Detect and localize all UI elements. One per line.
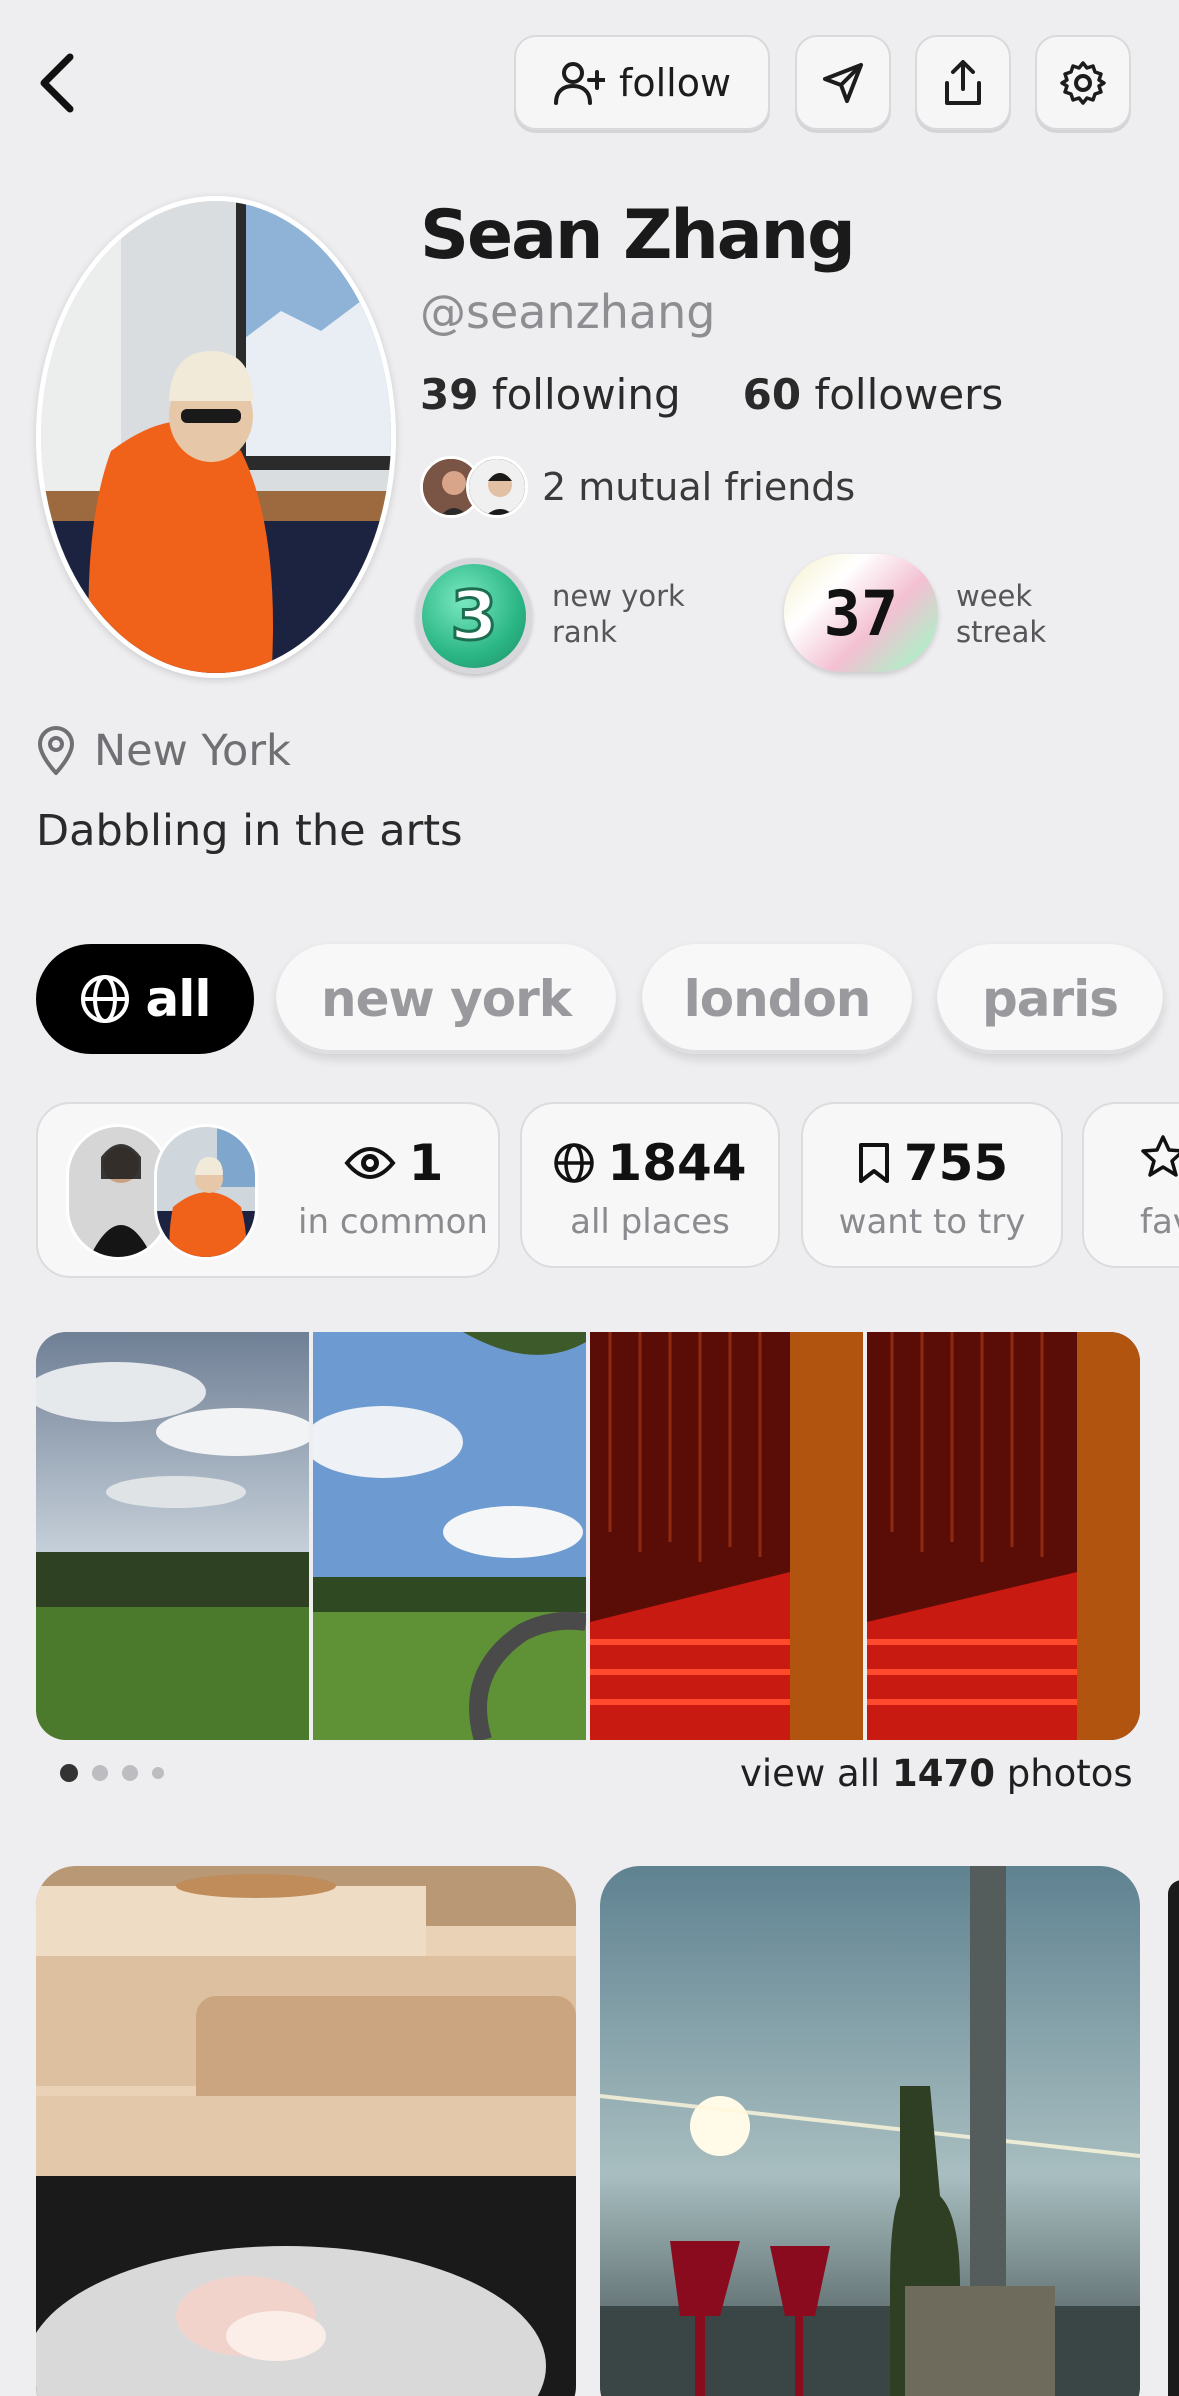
bookmark-icon: [858, 1143, 889, 1183]
photo-carousel[interactable]: [36, 1332, 1140, 1740]
in-common-card[interactable]: 1 in common: [36, 1102, 500, 1278]
view-all-suffix: photos: [1006, 1752, 1133, 1795]
paper-plane-icon: [823, 62, 863, 103]
profile-name: Sean Zhang: [420, 196, 856, 275]
star-icon: [1141, 1135, 1179, 1177]
rank-badge[interactable]: 3: [416, 558, 532, 674]
followers-count: 60: [742, 370, 802, 419]
following-label: following: [491, 370, 681, 419]
view-all-prefix: view all: [740, 1752, 881, 1795]
rank-label: new york rank: [552, 579, 685, 649]
rank-number: 3: [449, 575, 499, 657]
all-places-head: 1844: [522, 1134, 778, 1192]
favorites-head: [1084, 1134, 1179, 1178]
gear-icon: [1060, 60, 1106, 105]
in-common-avatar: [154, 1124, 258, 1260]
want-to-try-card[interactable]: 755 want to try: [801, 1102, 1063, 1268]
mutual-avatars: [420, 456, 528, 518]
map-pin-icon: [38, 726, 74, 775]
filter-chip-label: london: [683, 970, 872, 1028]
back-button[interactable]: [36, 48, 96, 118]
share-icon: [945, 59, 981, 105]
follow-button[interactable]: follow: [514, 35, 770, 130]
mutual-friends[interactable]: 2 mutual friends: [420, 456, 855, 518]
add-user-icon: [553, 61, 605, 105]
filter-chip-label: paris: [981, 970, 1119, 1028]
send-message-button[interactable]: [795, 35, 891, 130]
globe-icon: [81, 975, 130, 1023]
location-label: New York: [94, 726, 291, 776]
following-count: 39: [420, 370, 479, 419]
in-common-avatars: [66, 1124, 296, 1260]
followers-link[interactable]: 60 followers: [743, 370, 1004, 419]
avatar-photo: [41, 201, 391, 673]
filter-chip-label: new york: [321, 970, 572, 1028]
photo-thumbnail[interactable]: [867, 1332, 1140, 1740]
streak-label: week streak: [956, 579, 1047, 649]
streak-badge[interactable]: 37: [784, 554, 938, 672]
favorites-card[interactable]: fav: [1082, 1102, 1179, 1268]
follow-stats: 39 following 60 followers: [420, 370, 1003, 419]
followers-label: followers: [814, 370, 1004, 419]
post-card[interactable]: [600, 1866, 1140, 2396]
profile-handle: @seanzhang: [420, 285, 716, 339]
in-common-head: 1: [288, 1134, 498, 1192]
settings-button[interactable]: [1035, 35, 1131, 130]
streak-number: 37: [823, 576, 899, 650]
follow-label: follow: [618, 60, 732, 105]
profile-avatar[interactable]: [36, 196, 396, 678]
in-common-label: in common: [298, 1202, 488, 1242]
carousel-dot: [122, 1765, 138, 1781]
carousel-dot: [92, 1765, 108, 1781]
favorites-label: fav: [1140, 1202, 1179, 1242]
post-photo: [600, 1866, 1140, 2396]
photo-thumbnail[interactable]: [590, 1332, 863, 1740]
mutual-friends-label: 2 mutual friends: [542, 465, 856, 509]
in-common-count: 1: [408, 1134, 444, 1192]
carousel-dot-active: [60, 1764, 78, 1782]
post-card-peek[interactable]: [1168, 1880, 1179, 2396]
filter-chip-london[interactable]: london: [642, 944, 912, 1054]
want-to-try-head: 755: [803, 1134, 1061, 1192]
filter-chip-label: all: [145, 970, 211, 1028]
view-all-photos-link[interactable]: view all 1470 photos: [740, 1752, 1133, 1795]
filter-chip-new-york[interactable]: new york: [276, 944, 616, 1054]
carousel-dots: [60, 1764, 164, 1782]
share-button[interactable]: [915, 35, 1011, 130]
filter-chip-paris[interactable]: paris: [937, 944, 1163, 1054]
chevron-left-icon: [40, 53, 74, 113]
location: New York: [36, 726, 291, 776]
eye-map-icon: [344, 1147, 396, 1179]
post-photo: [36, 1866, 576, 2396]
all-places-card[interactable]: 1844 all places: [520, 1102, 780, 1268]
photo-thumbnail[interactable]: [36, 1332, 309, 1740]
bio: Dabbling in the arts: [36, 806, 463, 856]
want-to-try-label: want to try: [838, 1202, 1026, 1242]
all-places-count: 1844: [607, 1134, 747, 1192]
globe-icon: [554, 1143, 595, 1183]
photo-thumbnail[interactable]: [313, 1332, 586, 1740]
following-link[interactable]: 39 following: [420, 370, 681, 419]
post-card[interactable]: [36, 1866, 576, 2396]
mutual-avatar: [466, 456, 528, 518]
filter-chip-all[interactable]: all: [36, 944, 254, 1054]
want-to-try-count: 755: [903, 1134, 1009, 1192]
all-places-label: all places: [570, 1202, 730, 1242]
carousel-dot: [152, 1767, 164, 1779]
view-all-count: 1470: [891, 1752, 995, 1795]
